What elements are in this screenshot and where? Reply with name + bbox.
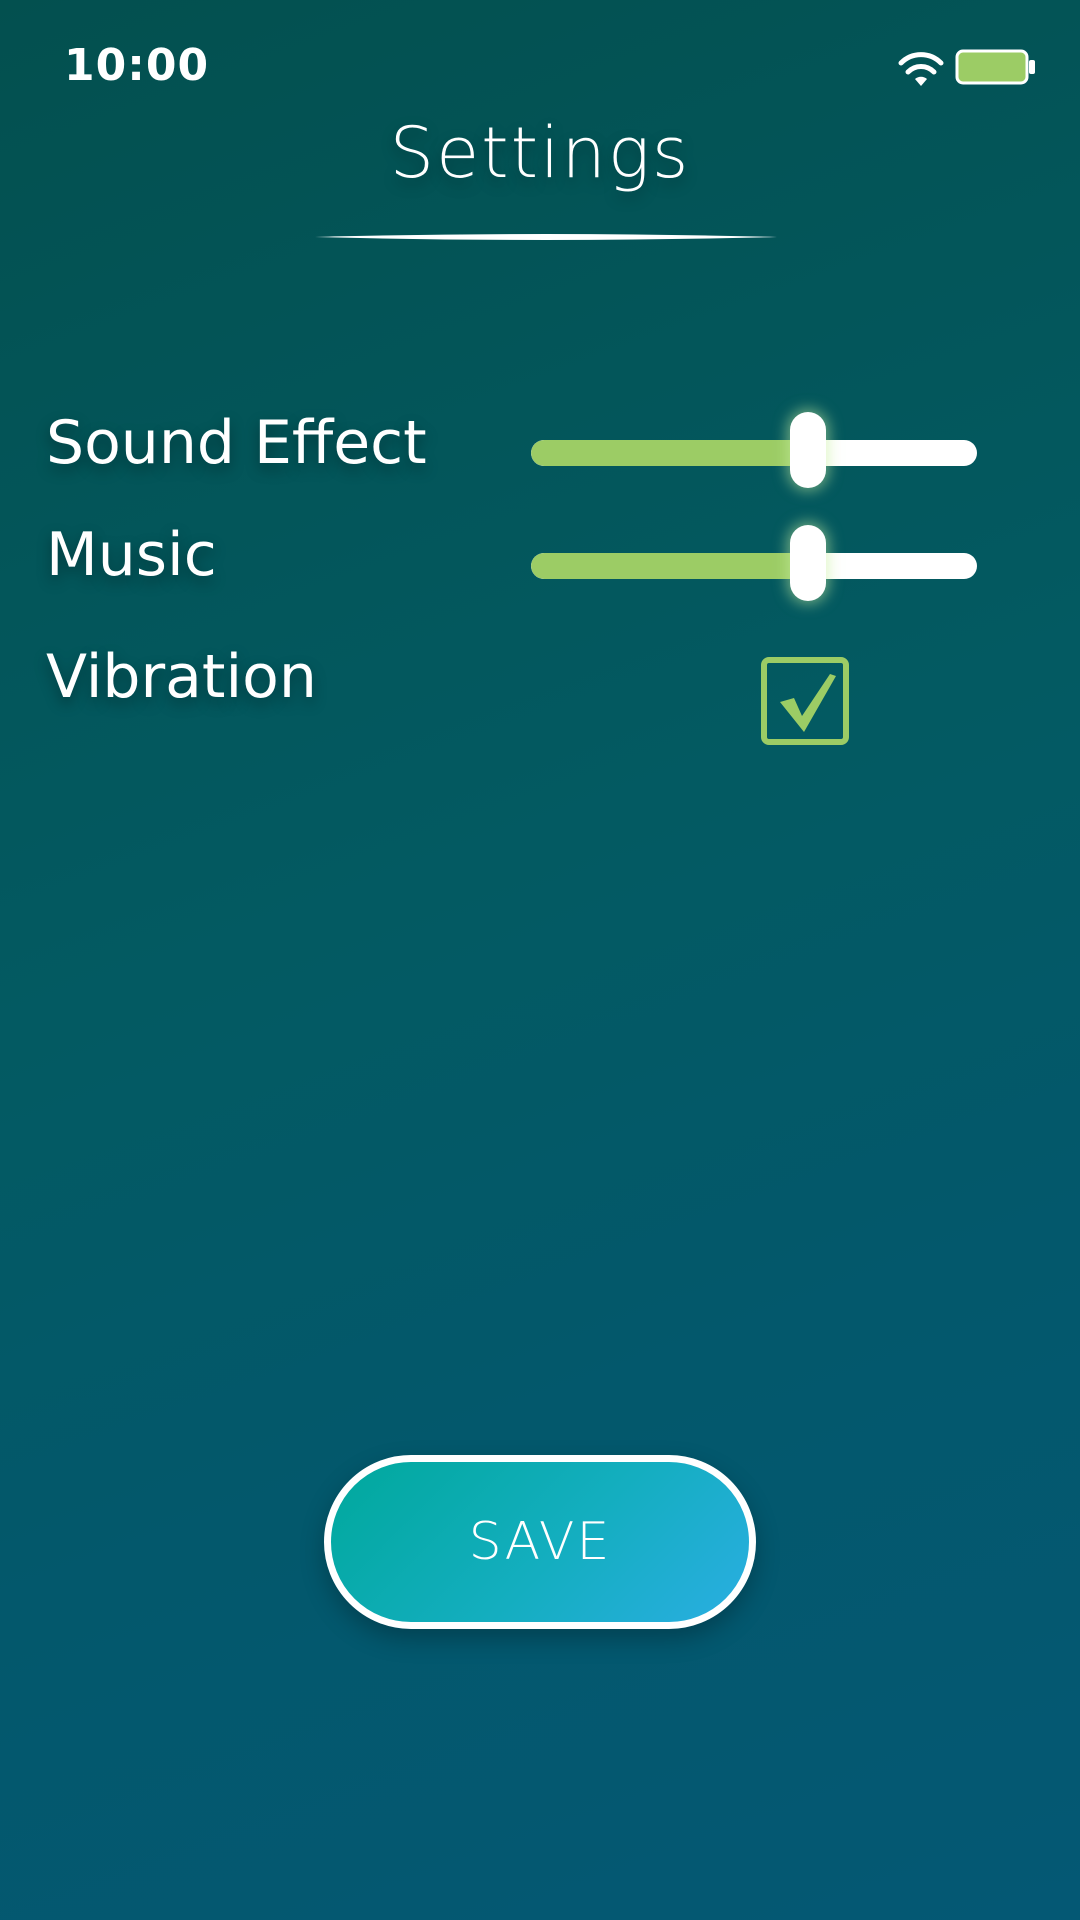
save-button-label: SAVE: [468, 1512, 612, 1572]
status-time: 10:00: [64, 40, 210, 91]
checkmark-icon: [780, 674, 836, 732]
sound-effect-label: Sound Effect: [46, 408, 427, 478]
vibration-label: Vibration: [46, 642, 317, 712]
music-slider-thumb[interactable]: [789, 525, 826, 601]
sound-effect-slider-track: [531, 440, 977, 466]
title-underline: [315, 234, 777, 240]
battery-icon: [955, 49, 1035, 85]
music-label: Music: [46, 520, 217, 590]
wifi-icon: [898, 52, 944, 86]
status-bar: 10:00: [0, 0, 1080, 130]
music-slider-track: [531, 553, 977, 579]
save-button[interactable]: SAVE: [324, 1455, 756, 1629]
sound-effect-slider-thumb[interactable]: [789, 412, 826, 488]
music-slider[interactable]: [531, 525, 977, 605]
page-title: Settings: [389, 112, 691, 194]
vibration-checkbox[interactable]: [761, 657, 849, 745]
music-slider-fill: [531, 553, 808, 579]
sound-effect-slider-fill: [531, 440, 808, 466]
sound-effect-slider[interactable]: [531, 412, 977, 492]
